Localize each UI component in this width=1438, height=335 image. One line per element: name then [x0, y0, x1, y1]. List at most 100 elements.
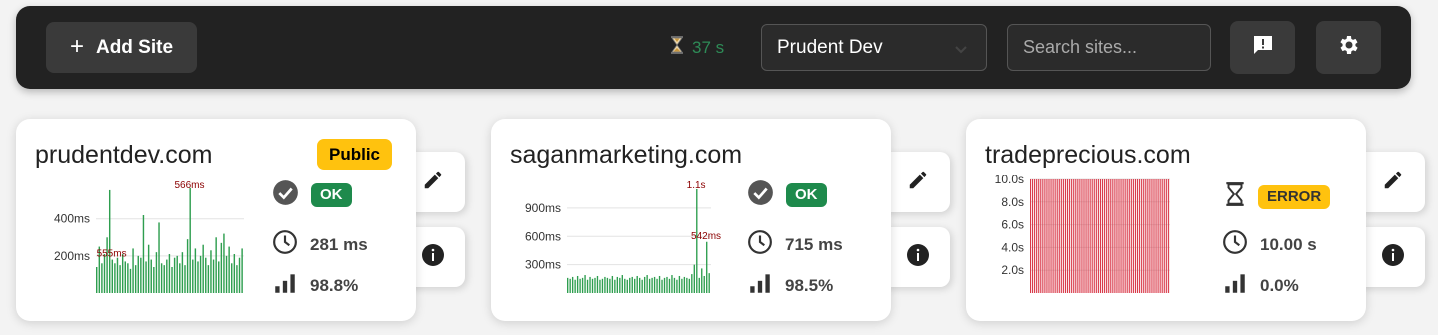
- chart-bar: [1059, 179, 1061, 293]
- chart-bar: [1053, 179, 1055, 293]
- edit-site-button[interactable]: [1360, 152, 1425, 212]
- chart-bar: [619, 277, 621, 293]
- chart-bar: [119, 265, 121, 293]
- hourglass-icon: [670, 36, 684, 59]
- chart-bar: [601, 278, 604, 293]
- site-card: prudentdev.com Public 400ms 200ms 555ms 566…: [16, 119, 416, 321]
- chart-bar: [1080, 179, 1082, 293]
- chart-bar: [1166, 179, 1168, 293]
- response-time-value: 715 ms: [785, 234, 843, 254]
- chart-bar: [1066, 179, 1069, 293]
- chart-bar: [1072, 179, 1074, 293]
- pencil-icon: [1382, 169, 1404, 196]
- chart-bar: [1150, 179, 1152, 293]
- chart-bar: [1123, 179, 1125, 293]
- chart-bar: [1037, 179, 1039, 293]
- chart-bar: [643, 276, 646, 293]
- chart-bar: [1113, 179, 1115, 293]
- chart-bar: [589, 276, 591, 293]
- chart-bar: [1164, 179, 1166, 293]
- chart-bar: [1078, 179, 1080, 293]
- chart-bar: [686, 277, 688, 293]
- chart-bar: [1156, 179, 1158, 293]
- chart-bar: [1092, 179, 1094, 293]
- peak-label: 1.1s: [687, 180, 706, 191]
- chart-bar: [1084, 179, 1086, 293]
- chart-bar: [663, 277, 666, 293]
- search-input[interactable]: [1007, 24, 1211, 71]
- chart-bar: [1033, 179, 1035, 293]
- chart-bar: [1096, 179, 1098, 293]
- account-select-value: Prudent Dev: [777, 36, 883, 58]
- chart-bar: [606, 277, 609, 293]
- y-tick-label: 200ms: [54, 249, 90, 263]
- chart-bar: [651, 277, 653, 293]
- chart-bar: [137, 255, 139, 293]
- chart-bar: [676, 279, 678, 293]
- chart-bar: [1041, 179, 1043, 293]
- add-site-button[interactable]: + Add Site: [46, 22, 197, 73]
- chart-bar: [616, 276, 619, 293]
- chart-bar: [231, 263, 233, 293]
- chart-bar: [1129, 179, 1131, 293]
- status-badge: ERROR: [1258, 184, 1331, 209]
- chart-bar: [1133, 179, 1135, 293]
- settings-button[interactable]: [1316, 21, 1381, 74]
- chart-bar: [688, 278, 691, 293]
- chart-bar: [641, 279, 643, 293]
- y-tick-label: 300ms: [525, 258, 561, 272]
- chart-bar: [666, 276, 668, 293]
- feedback-button[interactable]: [1230, 21, 1295, 74]
- chart-bar: [202, 244, 204, 293]
- chart-bar: [586, 279, 589, 293]
- chart-bar: [179, 263, 181, 293]
- chart-bar: [241, 248, 243, 293]
- chart-bar: [1142, 179, 1144, 293]
- edit-site-button[interactable]: [885, 152, 950, 212]
- chart-bar: [611, 275, 614, 293]
- hourglass-icon: [1224, 181, 1246, 212]
- account-select[interactable]: Prudent Dev: [761, 24, 987, 71]
- chart-bar: [192, 259, 194, 293]
- chart-bar: [584, 275, 586, 293]
- check-circle-icon: [747, 179, 774, 211]
- gear-icon: [1337, 33, 1361, 62]
- chart-bar: [629, 277, 631, 293]
- response-time-value: 10.00 s: [1260, 234, 1317, 254]
- chart-bar: [567, 277, 569, 293]
- response-time-value: 281 ms: [310, 234, 368, 254]
- clock-icon: [272, 229, 298, 260]
- chart-bar: [1168, 179, 1170, 293]
- chart-bar: [103, 254, 106, 293]
- chart-bar: [153, 267, 155, 293]
- chart-bar: [1103, 179, 1105, 293]
- site-info-button[interactable]: [885, 227, 950, 287]
- chart-bar: [698, 277, 700, 293]
- chart-bar: [181, 252, 184, 293]
- response-time-row: 281 ms: [272, 229, 368, 260]
- chart-bar: [1144, 179, 1146, 293]
- feedback-icon: [1251, 33, 1275, 62]
- chart-bar: [124, 261, 126, 293]
- chart-bar: [1154, 179, 1156, 293]
- site-info-button[interactable]: [1360, 227, 1425, 287]
- chart-bar: [158, 222, 160, 293]
- signal-bars-icon: [1222, 270, 1248, 301]
- chart-bar: [223, 233, 225, 293]
- chart-bar: [233, 254, 236, 293]
- chart-bar: [127, 263, 129, 293]
- chart-bar: [106, 237, 108, 293]
- chart-bar: [678, 275, 681, 293]
- chart-bar: [1063, 179, 1065, 293]
- status-row: ERROR: [1224, 181, 1331, 212]
- chart-bar: [1162, 179, 1164, 293]
- chart-bar: [1098, 179, 1100, 293]
- chart-bar: [1047, 179, 1049, 293]
- chart-bar: [661, 279, 663, 293]
- chart-bar: [1082, 179, 1084, 293]
- chart-bar: [1061, 179, 1063, 293]
- chart-bar: [639, 277, 641, 293]
- chart-bar: [1136, 179, 1139, 293]
- chart-bar: [1045, 179, 1047, 293]
- chart-bar: [197, 261, 199, 293]
